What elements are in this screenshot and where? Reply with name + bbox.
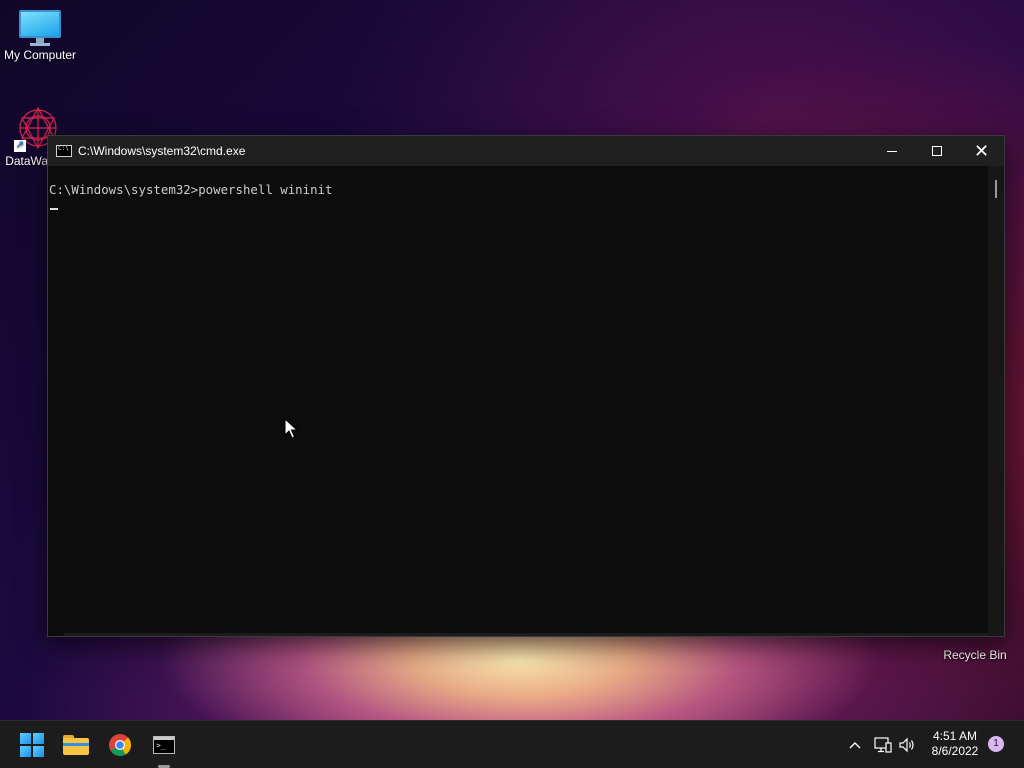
network-button[interactable]: [872, 733, 894, 757]
start-button[interactable]: [14, 727, 50, 763]
volume-icon: [899, 737, 914, 753]
chrome-button[interactable]: [102, 727, 138, 763]
minimize-icon: [886, 150, 897, 152]
chevron-up-icon: [849, 742, 861, 749]
desktop-icon-label: My Computer: [3, 48, 77, 62]
desktop-icon-recycle-bin[interactable]: Recycle Bin: [935, 646, 1015, 662]
console-prompt-line: C:\Windows\system32>powershell wininit: [49, 182, 333, 197]
horizontal-scrollbar[interactable]: [64, 633, 988, 636]
chrome-icon: [109, 734, 131, 756]
computer-icon: [19, 10, 61, 46]
minimize-button[interactable]: [869, 136, 914, 166]
console-area[interactable]: C:\Windows\system32>powershell wininit: [48, 166, 1004, 636]
maximize-button[interactable]: [914, 136, 959, 166]
close-button[interactable]: ✕: [959, 136, 1004, 166]
clock-time: 4:51 AM: [932, 729, 978, 743]
clock-date: 8/6/2022: [931, 744, 979, 758]
console-cursor: [50, 208, 58, 210]
cmd-app-icon[interactable]: [56, 145, 72, 157]
network-icon: [874, 737, 892, 753]
cmd-window[interactable]: C:\Windows\system32\cmd.exe ✕ C:\Windows…: [47, 135, 1005, 637]
window-title: C:\Windows\system32\cmd.exe: [78, 144, 246, 158]
file-explorer-icon: [63, 735, 89, 755]
notification-badge[interactable]: 1: [988, 736, 1004, 752]
file-explorer-button[interactable]: [58, 727, 94, 763]
start-icon: [20, 733, 44, 757]
mouse-pointer-icon: [284, 417, 299, 445]
close-icon: ✕: [973, 140, 990, 161]
shortcut-arrow-icon: ↗: [14, 140, 26, 152]
command-prompt-icon: [153, 736, 175, 754]
vertical-scrollbar[interactable]: [988, 166, 1004, 636]
window-titlebar[interactable]: C:\Windows\system32\cmd.exe ✕: [48, 136, 1004, 166]
clock[interactable]: 4:51 AM 8/6/2022: [922, 729, 988, 759]
maximize-icon: [931, 146, 942, 156]
show-hidden-icons-button[interactable]: [846, 733, 864, 757]
command-prompt-taskbar-button[interactable]: [146, 727, 182, 763]
desktop-icon-label: Recycle Bin: [943, 648, 1007, 662]
volume-button[interactable]: [896, 733, 918, 757]
desktop-icon-my-computer[interactable]: My Computer: [0, 10, 80, 62]
taskbar: 4:51 AM 8/6/2022: [0, 720, 1024, 768]
scrollbar-thumb[interactable]: [995, 180, 997, 198]
